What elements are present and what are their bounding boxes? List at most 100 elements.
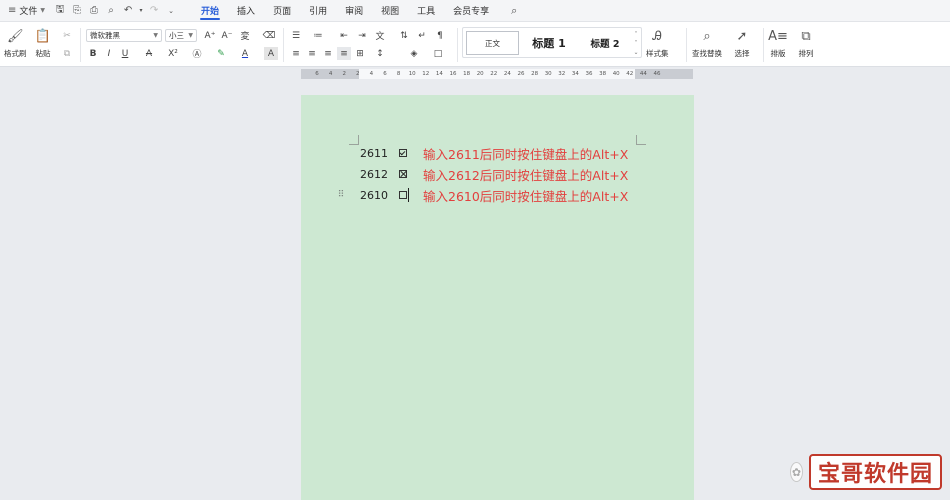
sort-icon[interactable]: ⇅: [397, 29, 411, 42]
chevron-down-icon: ▼: [153, 32, 158, 39]
drag-handle-icon[interactable]: ⠿: [337, 190, 345, 200]
tab-page[interactable]: 页面: [264, 0, 300, 22]
increase-indent-icon[interactable]: ⇥: [355, 29, 369, 42]
undo-dropdown-icon[interactable]: ▾: [138, 4, 144, 18]
distributed-icon[interactable]: ⊞: [353, 47, 367, 60]
numbered-list-icon[interactable]: ≔: [311, 29, 325, 42]
find-replace-label: 查找替换: [692, 49, 722, 58]
group-divider: [686, 28, 687, 62]
gallery-scroll[interactable]: ˄ ˅ ⌄: [632, 30, 640, 57]
ruler-label: 18: [463, 71, 471, 77]
tab-review[interactable]: 审阅: [336, 0, 372, 22]
chinese-layout-icon[interactable]: 文: [373, 29, 387, 42]
group-divider: [457, 28, 458, 62]
document-page[interactable]: 2611 输入2611后同时按住键盘上的Alt+X 2612 输入2612后同时…: [301, 95, 694, 500]
highlight-icon[interactable]: ✎: [214, 47, 228, 60]
ruler-label: 10: [408, 71, 416, 77]
chevron-down-icon: ▼: [188, 32, 193, 39]
search-icon[interactable]: ⌕: [504, 0, 524, 22]
select-label: 选择: [734, 49, 750, 58]
layout-icon: A≡: [768, 28, 788, 44]
line-spacing-icon[interactable]: ↕: [373, 47, 387, 60]
strikethrough-icon[interactable]: A: [142, 47, 156, 60]
bullet-list-icon[interactable]: ☰: [289, 29, 303, 42]
find-replace-button[interactable]: ⌕ 查找替换: [692, 27, 722, 59]
text-cursor: [408, 188, 409, 202]
phonetic-guide-icon[interactable]: 変: [238, 29, 252, 42]
ribbon-home: 🖌 格式刷 📋 粘贴 ✂ ⧉ 微软雅黑 ▼ 小三 ▼ A⁺ A⁻ 変 ⌫ B I…: [0, 22, 950, 67]
redo-icon[interactable]: ↷: [147, 4, 161, 18]
ruler-label: 30: [544, 71, 552, 77]
export-pdf-icon[interactable]: ⎘: [70, 4, 84, 18]
font-name-select[interactable]: 微软雅黑 ▼: [86, 29, 162, 42]
shrink-font-icon[interactable]: A⁻: [220, 29, 234, 42]
ruler-label: 26: [517, 71, 525, 77]
ruler-label: 4: [328, 71, 333, 77]
arrange-button[interactable]: ⧉ 排列: [797, 27, 815, 59]
ruler-label: 36: [585, 71, 593, 77]
char-shading-icon[interactable]: A: [264, 47, 278, 60]
horizontal-ruler[interactable]: 6 4 2 2 4 6 8 10 12 14 16 18 20 22 24 26 28 30 32 34 36 38 40 4…: [301, 69, 693, 79]
ruler-label: 6: [315, 71, 319, 77]
select-button[interactable]: ➚ 选择: [733, 27, 751, 59]
bold-icon[interactable]: B: [86, 47, 100, 60]
file-menu-label: 文件: [19, 7, 38, 17]
tab-view[interactable]: 视图: [372, 0, 408, 22]
superscript-icon[interactable]: X²: [166, 47, 180, 60]
paragraph-mark-icon[interactable]: ¶: [433, 29, 447, 42]
arrange-icon: ⧉: [801, 28, 811, 44]
align-left-icon[interactable]: ≡: [289, 47, 303, 60]
tab-references[interactable]: 引用: [300, 0, 336, 22]
menu-icon: ≡: [8, 5, 17, 16]
print-preview-icon[interactable]: ⌕: [104, 4, 118, 18]
styles-set-button[interactable]: Ꭿ 样式集: [646, 27, 669, 59]
underline-icon[interactable]: U: [118, 47, 132, 60]
style-normal[interactable]: 正文: [466, 31, 519, 55]
font-size-select[interactable]: 小三 ▼: [165, 29, 197, 42]
unicode-code: 2610: [360, 188, 388, 202]
instruction-text: 输入2612后同时按住键盘上的Alt+X: [423, 167, 629, 183]
checked-box-symbol: [398, 149, 407, 158]
cut-icon[interactable]: ✂: [60, 29, 74, 42]
arrange-label: 排列: [798, 49, 814, 58]
paste-label: 粘贴: [35, 49, 51, 58]
tab-member[interactable]: 会员专享: [444, 0, 498, 22]
print-icon[interactable]: ⎙: [87, 4, 101, 18]
ruler-label: 4: [369, 71, 374, 77]
tab-home[interactable]: 开始: [192, 0, 228, 22]
paste-button[interactable]: 📋 粘贴: [34, 27, 52, 59]
ruler-label: 2: [342, 71, 346, 77]
text-effect-icon[interactable]: Ⓐ: [190, 47, 204, 60]
align-center-icon[interactable]: ≡: [305, 47, 319, 60]
ruler-label: 28: [531, 71, 539, 77]
show-marks-icon[interactable]: ↵: [415, 29, 429, 42]
font-color-icon[interactable]: A: [238, 47, 252, 60]
undo-icon[interactable]: ↶: [121, 4, 135, 18]
clear-format-icon[interactable]: ⌫: [262, 29, 276, 42]
style-heading-2[interactable]: 标题 2: [579, 31, 631, 55]
document-line: 2611 输入2611后同时按住键盘上的Alt+X: [301, 143, 694, 163]
format-painter-button[interactable]: 🖌 格式刷: [4, 27, 27, 59]
align-right-icon[interactable]: ≡: [321, 47, 335, 60]
grow-font-icon[interactable]: A⁺: [203, 29, 217, 42]
save-icon[interactable]: 🖫: [53, 4, 67, 18]
justify-icon[interactable]: ≡: [337, 47, 351, 60]
tab-tools[interactable]: 工具: [408, 0, 444, 22]
font-size-value: 小三: [169, 31, 184, 40]
style-heading-1[interactable]: 标题 1: [523, 31, 575, 55]
empty-box-symbol: [398, 191, 407, 200]
customize-toolbar-icon[interactable]: ⌄: [164, 4, 178, 18]
menu-bar: ≡ 文件 ▼ 🖫 ⎘ ⎙ ⌕ ↶ ▾ ↷ ⌄ 开始 插入 页面 引用 审阅 视图…: [0, 0, 950, 22]
ruler-labels: 6 4 2 2 4 6 8 10 12 14 16 18 20 22 24 26 28 30 32 34 36 38 40 4…: [301, 69, 693, 79]
italic-icon[interactable]: I: [102, 47, 116, 60]
layout-button[interactable]: A≡ 排版: [768, 27, 788, 59]
borders-icon[interactable]: □: [431, 47, 445, 60]
ruler-label: 42: [626, 71, 634, 77]
decrease-indent-icon[interactable]: ⇤: [337, 29, 351, 42]
unicode-code: 2612: [360, 167, 388, 181]
shading-icon[interactable]: ◈: [407, 47, 421, 60]
file-menu[interactable]: ≡ 文件 ▼: [0, 0, 51, 22]
document-line: ⠿ 2610 输入2610后同时按住键盘上的Alt+X: [301, 185, 694, 205]
tab-insert[interactable]: 插入: [228, 0, 264, 22]
copy-icon[interactable]: ⧉: [60, 47, 74, 60]
